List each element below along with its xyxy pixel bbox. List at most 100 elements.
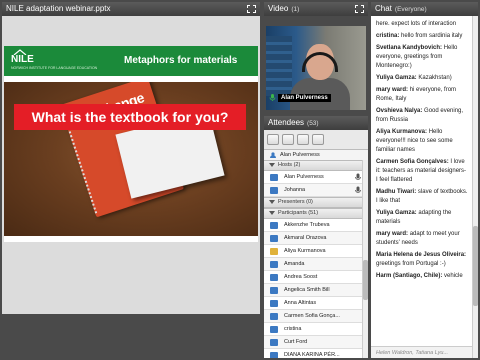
options-menu-icon[interactable]: [297, 134, 309, 145]
chat-message: mary ward: adapt to meet your students' …: [376, 230, 469, 248]
attendee-name: Amanda: [284, 261, 305, 267]
attendee-group-label: Presenters (0): [278, 199, 313, 205]
chat-pod-header: Chat (Everyone): [371, 2, 478, 16]
microphone-icon: [269, 94, 276, 101]
chat-sender: Maria Helena de Jesus Oliveira:: [376, 252, 467, 258]
attendee-name: Akmaral Orazova: [284, 235, 327, 241]
webcam-feed: Alan Pulverness: [266, 26, 366, 110]
chat-messages: here. expect lots of interaction cristina…: [371, 18, 472, 358]
attendee-row[interactable]: Amanda: [264, 258, 368, 271]
nile-logo: NILE: [11, 54, 34, 65]
chat-pod: Chat (Everyone) here. expect lots of inte…: [371, 2, 478, 358]
attendee-row[interactable]: Johanna: [264, 184, 368, 197]
my-name: Alan Pulverness: [280, 152, 320, 158]
attendee-group[interactable]: Participants (51): [264, 208, 368, 219]
slide-header-bar: NILE NORWICH INSTITUTE FOR LANGUAGE EDUC…: [4, 46, 258, 76]
video-pod-header: Video (1): [264, 2, 368, 16]
attendees-pod: Attendees (53) Alan Pulverness Hosts (2) A…: [264, 116, 368, 358]
chat-message: Yuliya Gamza: Kazakhstan): [376, 74, 469, 83]
user-icon: [270, 352, 278, 358]
chat-sender: mary ward:: [376, 87, 409, 93]
attendee-row[interactable]: cristina: [264, 323, 368, 336]
typing-indicator: Helen Waldron, Tatiana Lyu...: [371, 346, 472, 358]
chat-sender: mary ward:: [376, 231, 409, 237]
attendee-row[interactable]: Carmen Sofia Gonça...: [264, 310, 368, 323]
attendee-row[interactable]: Alan Pulverness: [264, 171, 368, 184]
attendee-row[interactable]: DIANA KARINA PÉR...: [264, 349, 368, 358]
chat-message: Maria Helena de Jesus Oliveira: greeting…: [376, 251, 469, 269]
attendee-row[interactable]: Akkenzhe Trubeva: [264, 219, 368, 232]
attendee-name: DIANA KARINA PÉR...: [284, 352, 340, 358]
share-pod: NILE adaptation webinar.pptx NILE NORWIC…: [2, 2, 260, 314]
expand-icon[interactable]: [247, 5, 256, 13]
presentation-slide: NILE NORWICH INSTITUTE FOR LANGUAGE EDUC…: [4, 46, 258, 242]
chat-sender: Yuliya Gamza:: [376, 75, 417, 81]
scrollbar-thumb[interactable]: [473, 226, 478, 306]
my-status-row[interactable]: Alan Pulverness: [264, 150, 368, 160]
chevron-down-icon: [269, 200, 275, 204]
scrollbar-thumb[interactable]: [363, 260, 368, 300]
attendee-name: Alan Pulverness: [284, 174, 324, 180]
slide-question: What is the textbook for you?: [14, 104, 246, 130]
video-pod-title: Video: [268, 4, 289, 13]
attendee-name: Curt Ford: [284, 339, 308, 345]
user-icon: [270, 313, 278, 320]
attendee-row[interactable]: Andrea Soost: [264, 271, 368, 284]
attendee-row[interactable]: Curt Ford: [264, 336, 368, 349]
user-icon: [270, 287, 278, 294]
chat-text: vehicle: [444, 273, 463, 279]
chat-scrollbar[interactable]: [472, 16, 478, 358]
chevron-down-icon: [269, 163, 275, 167]
user-icon: [270, 235, 278, 242]
chat-text: hello from sardinia italy: [401, 33, 463, 39]
share-pod-title: NILE adaptation webinar.pptx: [6, 4, 111, 13]
attendee-group-label: Hosts (2): [278, 162, 301, 168]
attendee-row[interactable]: Aliya Kurmanova: [264, 245, 368, 258]
nile-logo-subtitle: NORWICH INSTITUTE FOR LANGUAGE EDUCATION: [11, 66, 98, 70]
raise-hand-icon[interactable]: [312, 134, 324, 145]
share-pod-header: NILE adaptation webinar.pptx: [2, 2, 260, 16]
list-view-icon[interactable]: [267, 134, 279, 145]
status-view-icon[interactable]: [282, 134, 294, 145]
attendees-pod-header: Attendees (53): [264, 116, 368, 130]
adobe-connect-window: NILE adaptation webinar.pptx NILE NORWIC…: [0, 0, 480, 360]
attendee-group[interactable]: Hosts (2): [264, 160, 368, 171]
attendees-count: (53): [307, 120, 319, 127]
attendee-row[interactable]: Anna Altintas: [264, 297, 368, 310]
attendee-group[interactable]: Presenters (0): [264, 197, 368, 208]
chat-sender: Aliya Kurmanova:: [376, 129, 428, 135]
attendee-name: Anna Altintas: [284, 300, 317, 306]
chat-message: Yuliya Gamza: adapting the materials: [376, 209, 469, 227]
attendee-name: Akkenzhe Trubeva: [284, 222, 330, 228]
chat-pod-title: Chat: [375, 4, 392, 13]
attendees-pod-title: Attendees: [268, 118, 305, 127]
presenter-name-label: Alan Pulverness: [278, 94, 331, 102]
user-icon: [270, 339, 278, 346]
attendee-row[interactable]: Akmaral Orazova: [264, 232, 368, 245]
user-icon: [270, 152, 276, 158]
attendee-row[interactable]: Angelica Smith Bill: [264, 284, 368, 297]
chat-scope[interactable]: (Everyone): [395, 6, 427, 13]
chat-sender: Yuliya Gamza:: [376, 210, 417, 216]
attendee-name: Andrea Soost: [284, 274, 318, 280]
chat-sender: Madhu Tiwari:: [376, 189, 417, 195]
chat-message: Aliya Kurmanova: Hello everyone!!! nice …: [376, 128, 469, 155]
expand-icon[interactable]: [355, 5, 364, 13]
bookshelf-background: [266, 36, 292, 96]
attendee-scrollbar[interactable]: [362, 160, 368, 358]
chat-message: mary ward: hi everyone, from Rome, Italy: [376, 86, 469, 104]
chat-message: Ovshieva Nalya: Good evening, from Russi…: [376, 107, 469, 125]
chat-sender: Harm (Santiago, Chile):: [376, 273, 443, 279]
attendee-group-label: Participants (51): [278, 210, 319, 216]
microphone-icon: [354, 186, 362, 194]
user-icon: [270, 174, 278, 181]
attendee-name: Angelica Smith Bill: [284, 287, 330, 293]
user-icon: [270, 300, 278, 307]
chat-message: Madhu Tiwari: slave of textbooks. I like…: [376, 188, 469, 206]
microphone-icon: [354, 173, 362, 181]
chat-sender: Carmen Sofia Gonçalves:: [376, 159, 449, 165]
chat-text: greetings from Portugal :-): [376, 261, 446, 267]
attendees-toolbar: [264, 130, 368, 150]
user-icon: [270, 274, 278, 281]
attendee-name: Johanna: [284, 187, 306, 193]
